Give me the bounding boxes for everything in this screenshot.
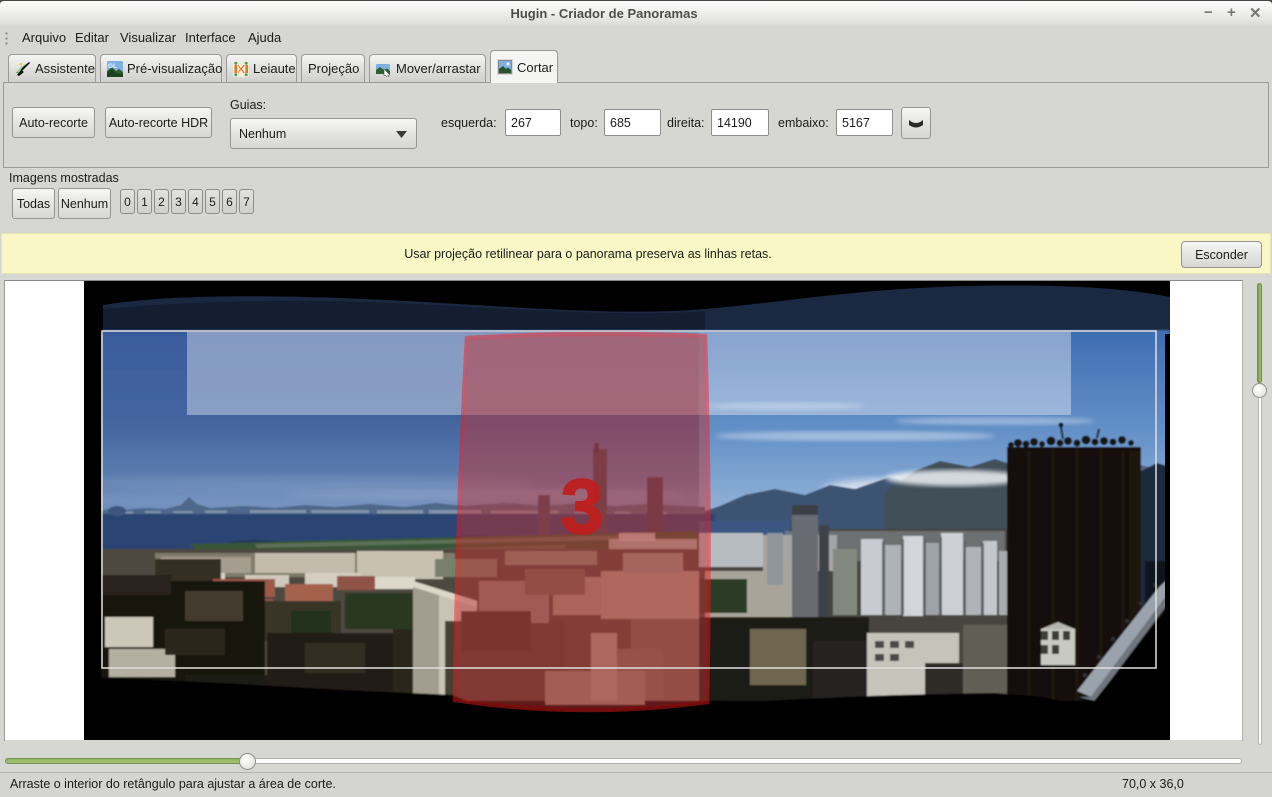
svg-text:3: 3: [561, 464, 604, 550]
svg-text:GL: GL: [108, 63, 117, 70]
